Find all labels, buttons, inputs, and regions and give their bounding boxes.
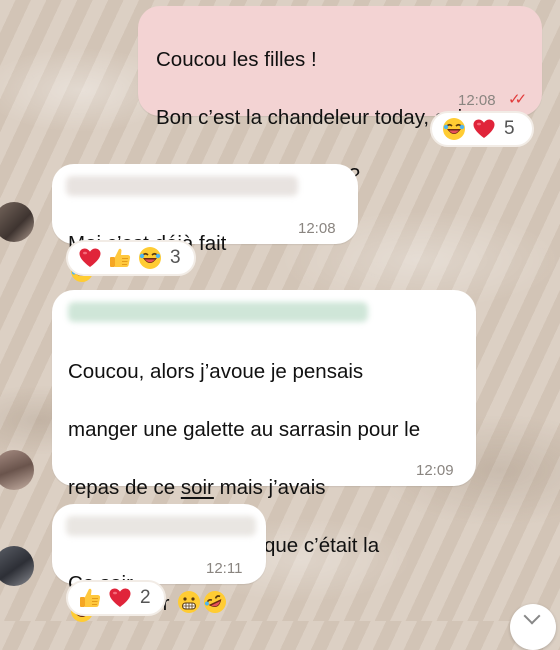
linked-word: soir <box>180 476 214 499</box>
reactions-bar[interactable]: 5 <box>430 111 534 147</box>
laughing-emoji <box>138 246 162 270</box>
message-timestamp: 12:09 <box>416 462 454 479</box>
thumbs-up-emoji <box>78 586 102 610</box>
reactions-bar[interactable]: 3 <box>66 240 196 276</box>
heart-emoji <box>78 246 102 270</box>
chevron-down-icon <box>523 607 541 625</box>
reaction-count: 2 <box>140 587 151 608</box>
sender-name-redacted <box>66 516 256 536</box>
heart-emoji <box>108 586 132 610</box>
reaction-count: 5 <box>504 118 515 139</box>
message-timestamp: 12:11 <box>206 560 243 577</box>
grimacing-emoji <box>177 590 201 614</box>
reaction-count: 3 <box>170 247 181 268</box>
scroll-down-button[interactable] <box>510 604 556 650</box>
sender-name-redacted <box>68 302 368 322</box>
message-timestamp: 12:08 <box>458 92 496 109</box>
laughing-emoji <box>442 117 466 141</box>
reactions-bar[interactable]: 2 <box>66 580 166 616</box>
message-bubble-outgoing[interactable]: Coucou les filles ! Bon c’est la chandel… <box>138 6 542 187</box>
sender-name-redacted <box>66 176 298 196</box>
rolling-laughing-emoji <box>203 590 227 614</box>
message-bubble-incoming[interactable]: Ce soir 12:11 <box>52 504 266 584</box>
message-bubble-incoming[interactable]: Moi c’est déjà fait 12:08 <box>52 164 358 244</box>
message-timestamp: 12:08 <box>298 220 336 237</box>
avatar[interactable] <box>0 546 34 586</box>
read-receipt-icon: ✓✓ <box>508 91 527 108</box>
message-bubble-incoming[interactable]: Coucou, alors j’avoue je pensais manger … <box>52 290 476 615</box>
avatar[interactable] <box>0 450 34 490</box>
thumbs-up-emoji <box>108 246 132 270</box>
heart-emoji <box>472 117 496 141</box>
avatar[interactable] <box>0 202 34 242</box>
